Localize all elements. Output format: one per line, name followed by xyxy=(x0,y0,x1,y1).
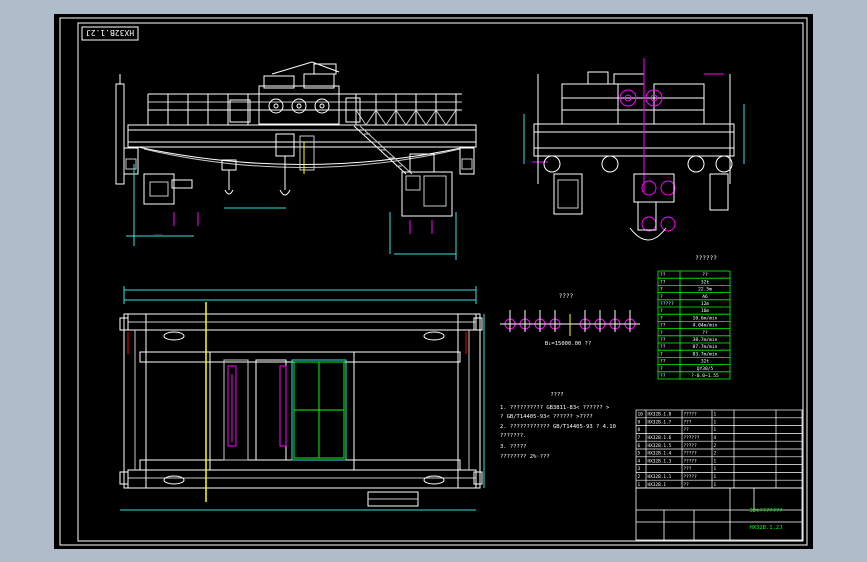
params-cell: ????? xyxy=(660,301,674,307)
note-3b: ???????? 2%·??? xyxy=(500,454,550,460)
drawing-canvas: HX32B.1.2J ___ ???? B₁=15000.00 ?? ???? … xyxy=(59,17,808,546)
params-cell: ?? xyxy=(660,359,666,365)
params-cell: ? xyxy=(660,330,663,336)
front-elevation-view: ___ xyxy=(115,61,477,260)
params-cell: ? xyxy=(660,287,663,293)
params-cell: ? xyxy=(660,308,663,314)
bom-cell: 1 xyxy=(714,419,717,425)
bom-cell: ?? xyxy=(684,482,690,488)
bom-cell: 8 xyxy=(638,427,641,433)
bom-cell: HX32B.1.6 xyxy=(648,435,672,441)
bom-cell: 6 xyxy=(638,443,641,449)
parameters-table: ?????? ?????? 32t? 22.5m? A6????? 12m? 16m? 10… xyxy=(657,255,731,380)
bom-cell: 3 xyxy=(638,466,641,472)
bom-cell: 1 xyxy=(714,474,717,480)
bom-cell: 1 xyxy=(714,466,717,472)
bom-cell: 1 xyxy=(714,458,717,464)
params-cell: ?? xyxy=(702,272,708,278)
params-cell: QY38/5 xyxy=(697,366,714,372)
bom-cell: ????? xyxy=(684,451,698,457)
params-cell: ?? xyxy=(660,272,666,278)
plan-view xyxy=(119,286,485,511)
title-name: 32t??????? xyxy=(749,508,782,514)
notes-title: ???? xyxy=(550,392,563,398)
bom-cell: HX32B.1.4 xyxy=(648,451,672,457)
bom-cell: ?? xyxy=(684,427,690,433)
bom-cell: 2 xyxy=(638,474,641,480)
params-cell: 32t xyxy=(701,359,710,365)
bom-cell: 1 xyxy=(714,412,717,418)
params-cell: ?? xyxy=(660,373,666,379)
pulley-title: ???? xyxy=(559,293,574,300)
bom-cell: HX32B.1.3 xyxy=(648,458,672,464)
params-cell: A6 xyxy=(702,294,708,300)
pulley-formula: B₁=15000.00 ?? xyxy=(545,341,591,347)
bom-cell: 1 xyxy=(714,482,717,488)
bom-cell: ????? xyxy=(684,443,698,449)
pulley-diagram: ???? B₁=15000.00 ?? xyxy=(500,293,640,347)
params-cell: 12m xyxy=(701,301,710,307)
bom-cell: ?????? xyxy=(684,435,700,441)
params-cell: ? xyxy=(660,351,663,357)
bom-cell: 2 xyxy=(714,451,717,457)
params-cell: 83.7m/min xyxy=(693,351,718,357)
drawing-id-stamp: HX32B.1.2J xyxy=(81,26,139,41)
bom-cell: ????? xyxy=(684,458,698,464)
title-block: 32t??????? HX32B.1.2J xyxy=(635,487,803,541)
note-2: 2. ???????????? GB/T14405-93 ? 4.10 xyxy=(500,424,616,430)
cad-viewport[interactable]: HX32B.1.2J ___ ???? B₁=15000.00 ?? ???? … xyxy=(0,0,867,562)
bom-cell: HX32B.1 xyxy=(648,482,667,488)
note-2b: ???????. xyxy=(500,433,527,439)
params-cell: ?? xyxy=(702,330,708,336)
bom-cell: 9 xyxy=(638,419,641,425)
bom-cell: ????? xyxy=(684,412,698,418)
bom-cell: HX32B.1.7 xyxy=(648,419,672,425)
drawing-sheet[interactable]: HX32B.1.2J ___ ???? B₁=15000.00 ?? ???? … xyxy=(54,14,813,549)
params-cell: 22.5m xyxy=(698,287,712,293)
params-cell: ?-0.0~1.55 xyxy=(691,373,719,379)
note-1b: ? GB/T14405-93< ?????? >???? xyxy=(500,414,593,420)
bom-cell: 4 xyxy=(714,435,717,441)
bom-cell: 1 xyxy=(714,427,717,433)
params-cell: ?? xyxy=(660,344,666,350)
svg-text:___: ___ xyxy=(154,229,164,235)
bom-cell: 4 xyxy=(638,458,641,464)
note-1: 1. ?????????? GB3811-83< ?????? > xyxy=(500,405,610,411)
note-3: 3. ????? xyxy=(500,444,527,450)
params-cell: ? xyxy=(660,315,663,321)
params-cell: 16m xyxy=(701,308,710,314)
params-title: ?????? xyxy=(695,255,717,262)
title-code: HX32B.1.2J xyxy=(749,525,782,531)
params-cell: 32t xyxy=(701,279,710,285)
bom-cell: 2 xyxy=(714,443,717,449)
params-cell: ?? xyxy=(660,279,666,285)
bom-cell: 1 xyxy=(638,482,641,488)
params-cell: 10.6m/min xyxy=(693,315,718,321)
bom-cell: ????? xyxy=(684,474,698,480)
params-cell: ? xyxy=(660,294,663,300)
params-cell: 4.04m/min xyxy=(693,323,718,329)
bom-cell: 10 xyxy=(638,412,644,418)
bom-cell: ??? xyxy=(684,419,692,425)
bill-of-materials: 10 HX32B.1.8????? 1 9 HX32B.1.7??? 1 8?? 1 7 HX32… xyxy=(635,409,803,489)
params-cell: ?? xyxy=(660,337,666,343)
outer-frame xyxy=(59,17,808,546)
params-cell: 87.7m/min xyxy=(693,344,718,350)
drawing-id-text: HX32B.1.2J xyxy=(86,28,134,37)
side-elevation-view xyxy=(523,58,745,241)
params-cell: ? xyxy=(660,366,663,372)
bom-cell: 5 xyxy=(638,451,641,457)
params-cell: 38.7m/min xyxy=(693,337,718,343)
bom-cell: ??? xyxy=(684,466,692,472)
bom-cell: 7 xyxy=(638,435,641,441)
bom-cell: HX32B.1.5 xyxy=(648,443,672,449)
params-cell: ?? xyxy=(660,323,666,329)
technical-notes: ???? 1. ?????????? GB3811-83< ?????? > ?… xyxy=(500,392,616,460)
bom-cell: HX32B.1.8 xyxy=(648,412,672,418)
bom-cell: HX32B.1.1 xyxy=(648,474,672,480)
